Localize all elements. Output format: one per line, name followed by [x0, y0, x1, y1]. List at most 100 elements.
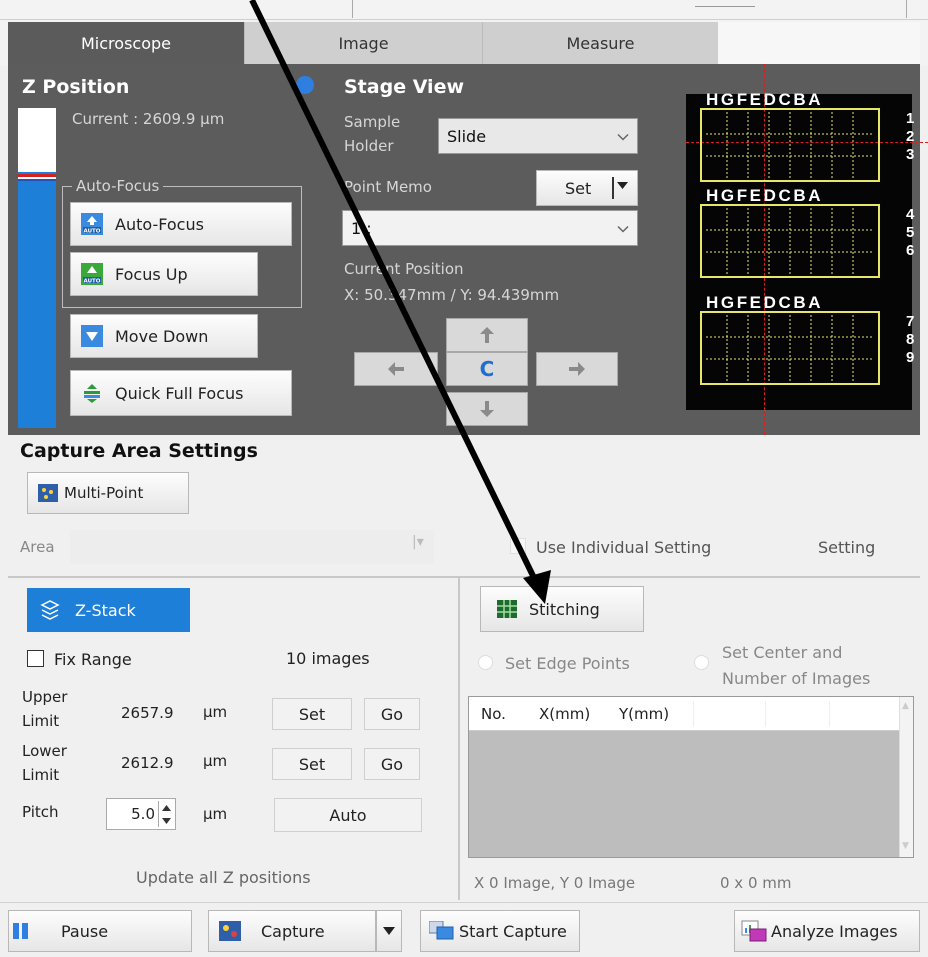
focus-up-icon: AUTO: [81, 263, 103, 285]
area-select[interactable]: |▾: [70, 530, 434, 564]
point-memo-select[interactable]: 1 :: [342, 210, 638, 246]
sample-holder-select[interactable]: Slide: [438, 118, 638, 154]
analyze-images-button[interactable]: Analyze Images: [734, 910, 920, 952]
stage-up-button[interactable]: [446, 318, 528, 352]
slide-column-labels: HGFEDCBA: [706, 186, 824, 205]
slide-row-label: 2: [906, 128, 915, 145]
go-label: Go: [380, 754, 404, 774]
pitch-auto-button[interactable]: Auto: [274, 798, 422, 832]
tab-image[interactable]: Image: [244, 22, 482, 64]
tab-measure[interactable]: Measure: [482, 22, 718, 64]
sample-holder-value: Slide: [447, 126, 487, 146]
autofocus-icon: AUTO: [81, 213, 103, 235]
chevron-down-icon: [617, 219, 629, 238]
point-memo-set-button[interactable]: Set: [536, 170, 638, 206]
column-header-no: No.: [481, 705, 506, 723]
upper-limit-go-button[interactable]: Go: [364, 698, 420, 730]
focus-up-button[interactable]: AUTO Focus Up: [70, 252, 258, 296]
stitching-button[interactable]: Stitching: [480, 586, 644, 632]
quick-full-focus-button-label: Quick Full Focus: [115, 383, 244, 403]
stage-center-button[interactable]: C: [446, 352, 528, 386]
auto-badge-text: AUTO: [84, 279, 101, 285]
slide-row-label: 3: [906, 146, 915, 163]
stage-view-title: Stage View: [344, 76, 465, 98]
slide-well-grid: [706, 112, 874, 178]
update-all-z-positions[interactable]: Update all Z positions: [136, 868, 311, 887]
multipoint-button[interactable]: Multi-Point: [27, 472, 189, 514]
tab-label: Microscope: [81, 33, 171, 53]
autofocus-button[interactable]: AUTO Auto-Focus: [70, 202, 292, 246]
fix-range-label: Fix Range: [54, 650, 132, 669]
stage-left-button[interactable]: [354, 352, 438, 386]
arrow-up-icon: [480, 327, 494, 343]
set-edge-points-radio[interactable]: [478, 655, 493, 670]
pause-button-label: Pause: [61, 921, 109, 941]
quick-full-focus-icon: [81, 382, 103, 404]
lower-limit-set-button[interactable]: Set: [272, 748, 352, 780]
top-strip: [0, 0, 928, 20]
move-down-button[interactable]: Move Down: [70, 314, 258, 358]
z-current-position: Current : 2609.9 μm: [72, 110, 225, 128]
current-position-value: X: 50.347mm / Y: 94.439mm: [344, 286, 560, 304]
stitching-button-label: Stitching: [529, 599, 600, 619]
z-position-slider[interactable]: [18, 108, 56, 428]
pitch-label: Pitch: [22, 803, 59, 821]
autofocus-group-label: Auto-Focus: [72, 177, 164, 195]
scroll-up-icon[interactable]: ▲: [902, 701, 909, 711]
set-center-label-line2: Number of Images: [722, 669, 871, 688]
tab-filler: [718, 22, 920, 64]
lower-limit-go-button[interactable]: Go: [364, 748, 420, 780]
slide-well[interactable]: [700, 311, 880, 385]
fix-range-checkbox[interactable]: [27, 650, 44, 667]
stage-down-button[interactable]: [446, 392, 528, 426]
stitching-table-scrollbar[interactable]: ▲ ▼: [899, 697, 913, 857]
tab-microscope[interactable]: Microscope: [8, 22, 244, 64]
lower-limit-label-line1: Lower: [22, 742, 67, 760]
slide-row-label: 8: [906, 331, 915, 348]
move-down-icon: [81, 325, 103, 347]
arrow-down-icon: [480, 401, 494, 417]
slide-row-label: 4: [906, 206, 915, 223]
top-divider: [695, 6, 755, 7]
slide-row-label: 7: [906, 313, 915, 330]
scroll-down-icon[interactable]: ▼: [902, 841, 909, 851]
quick-full-focus-button[interactable]: Quick Full Focus: [70, 370, 292, 416]
slide-well-grid: [706, 315, 874, 381]
capture-dropdown-button[interactable]: [376, 910, 402, 952]
z-stack-icon: [39, 599, 61, 621]
start-capture-button-label: Start Capture: [459, 921, 567, 941]
start-capture-icon: [429, 921, 455, 941]
center-label: C: [479, 357, 495, 381]
current-position-label: Current Position: [344, 260, 464, 278]
set-center-label-line1: Set Center and: [722, 643, 843, 662]
start-capture-button[interactable]: Start Capture: [420, 910, 580, 952]
z-stack-button[interactable]: Z-Stack: [27, 588, 190, 632]
z-slider-blue-line: [18, 179, 56, 181]
stage-right-button[interactable]: [536, 352, 618, 386]
tab-label: Measure: [566, 33, 635, 53]
pause-button[interactable]: Pause: [8, 910, 192, 952]
area-dropdown-icon: |▾: [412, 534, 424, 550]
stitching-icon: [497, 600, 517, 618]
capture-icon: [219, 921, 241, 941]
capture-area-title: Capture Area Settings: [20, 440, 258, 462]
stitching-table-header: No. X(mm) Y(mm): [469, 697, 899, 731]
setting-link[interactable]: Setting: [818, 538, 875, 557]
pitch-spin-icon[interactable]: [158, 801, 174, 827]
upper-limit-set-button[interactable]: Set: [272, 698, 352, 730]
tab-label: Image: [338, 33, 389, 53]
slide-well[interactable]: [700, 204, 880, 278]
use-individual-setting-checkbox[interactable]: [510, 538, 526, 554]
set-center-radio[interactable]: [694, 655, 709, 670]
pitch-stepper[interactable]: 5.0: [106, 798, 176, 830]
slide-column-labels: HGFEDCBA: [706, 90, 824, 109]
z-stack-image-count: 10 images: [286, 649, 370, 668]
stitching-table[interactable]: No. X(mm) Y(mm) ▲ ▼: [468, 696, 914, 858]
column-header-x: X(mm): [539, 705, 591, 723]
arrow-right-icon: [569, 362, 585, 376]
capture-button[interactable]: Capture: [208, 910, 376, 952]
point-memo-dropdown-icon[interactable]: [612, 177, 629, 199]
slide-well[interactable]: [700, 108, 880, 182]
stitching-summary-size: 0 x 0 mm: [720, 874, 792, 892]
use-individual-setting-label: Use Individual Setting: [536, 538, 712, 557]
